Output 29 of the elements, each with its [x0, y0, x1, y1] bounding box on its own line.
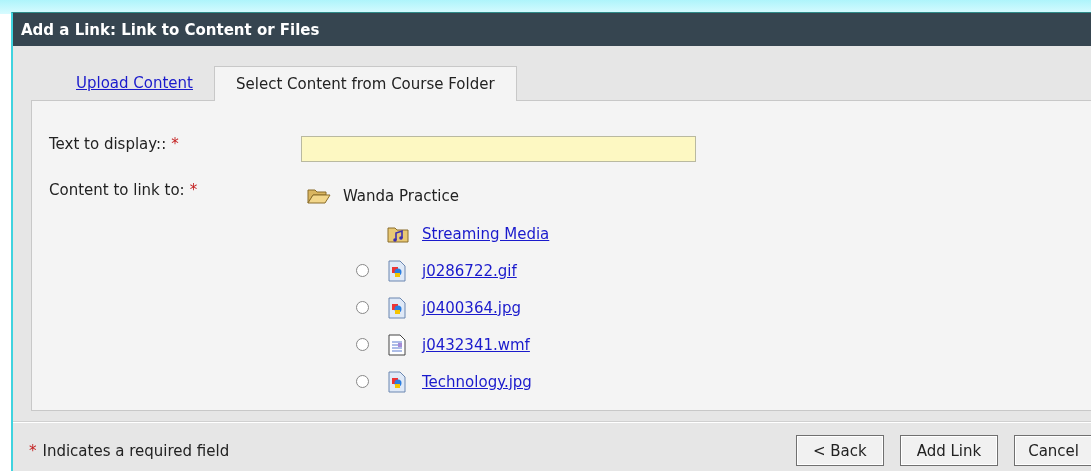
file-link[interactable]: j0400364.jpg [422, 298, 521, 317]
music-folder-icon [387, 224, 409, 243]
radio-button[interactable] [355, 264, 369, 277]
file-link[interactable]: j0432341.wmf [422, 335, 530, 354]
required-icon: * [29, 441, 37, 460]
dialog-button[interactable]: Cancel [1014, 435, 1091, 466]
image-file-icon [387, 259, 407, 282]
required-icon: * [171, 135, 179, 162]
file-link[interactable]: Technology.jpg [422, 372, 532, 391]
image-file-icon [387, 296, 407, 319]
file-link[interactable]: Streaming Media [422, 224, 550, 243]
text-input-field[interactable] [301, 136, 696, 162]
folder-icon [307, 188, 331, 204]
file-link[interactable]: j0286722.gif [422, 261, 517, 280]
folder-name: Wanda Practice [343, 187, 459, 205]
field-label: Content to link to: [49, 181, 185, 201]
tab[interactable]: Select Content from Course Folder [214, 66, 517, 101]
window-title: Add a Link: Link to Content or Files [13, 13, 1091, 46]
image-file-icon [387, 370, 407, 393]
required-icon: * [189, 181, 198, 400]
radio-button[interactable] [355, 301, 369, 314]
dialog-button[interactable]: Add Link [899, 435, 999, 466]
dialog-button[interactable]: < Back [795, 435, 884, 466]
required-note: Indicates a required field [42, 441, 230, 460]
radio-button[interactable] [355, 338, 369, 351]
radio-button[interactable] [355, 375, 369, 388]
document-file-icon [387, 333, 407, 356]
field-label: Text to display:: [49, 135, 167, 155]
tab[interactable]: Upload Content [55, 65, 214, 100]
